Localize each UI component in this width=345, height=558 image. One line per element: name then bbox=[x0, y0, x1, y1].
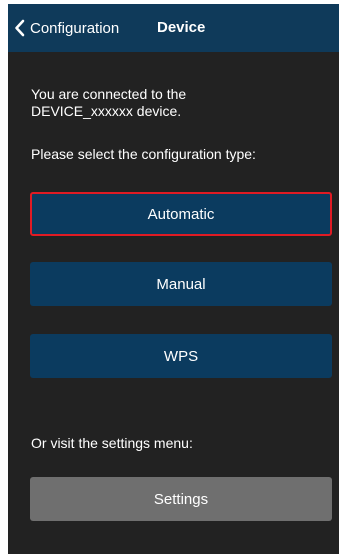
connection-message: You are connected to the DEVICE_xxxxxx d… bbox=[31, 86, 321, 120]
chevron-left-icon bbox=[15, 19, 25, 37]
wps-button[interactable]: WPS bbox=[30, 334, 332, 378]
navigation-bar: Configuration Device bbox=[8, 4, 339, 52]
automatic-button[interactable]: Automatic bbox=[30, 192, 332, 236]
device-screen: Configuration Device You are connected t… bbox=[8, 4, 339, 554]
settings-prompt: Or visit the settings menu: bbox=[31, 435, 193, 451]
page-title: Device bbox=[157, 19, 206, 36]
settings-button[interactable]: Settings bbox=[30, 477, 332, 521]
connection-message-line-1: You are connected to the bbox=[31, 86, 187, 102]
config-type-prompt: Please select the configuration type: bbox=[31, 146, 256, 162]
manual-button[interactable]: Manual bbox=[30, 262, 332, 306]
back-button-label: Configuration bbox=[30, 19, 120, 37]
connection-message-line-2: DEVICE_xxxxxx device. bbox=[31, 103, 182, 119]
back-button[interactable]: Configuration bbox=[14, 4, 119, 52]
